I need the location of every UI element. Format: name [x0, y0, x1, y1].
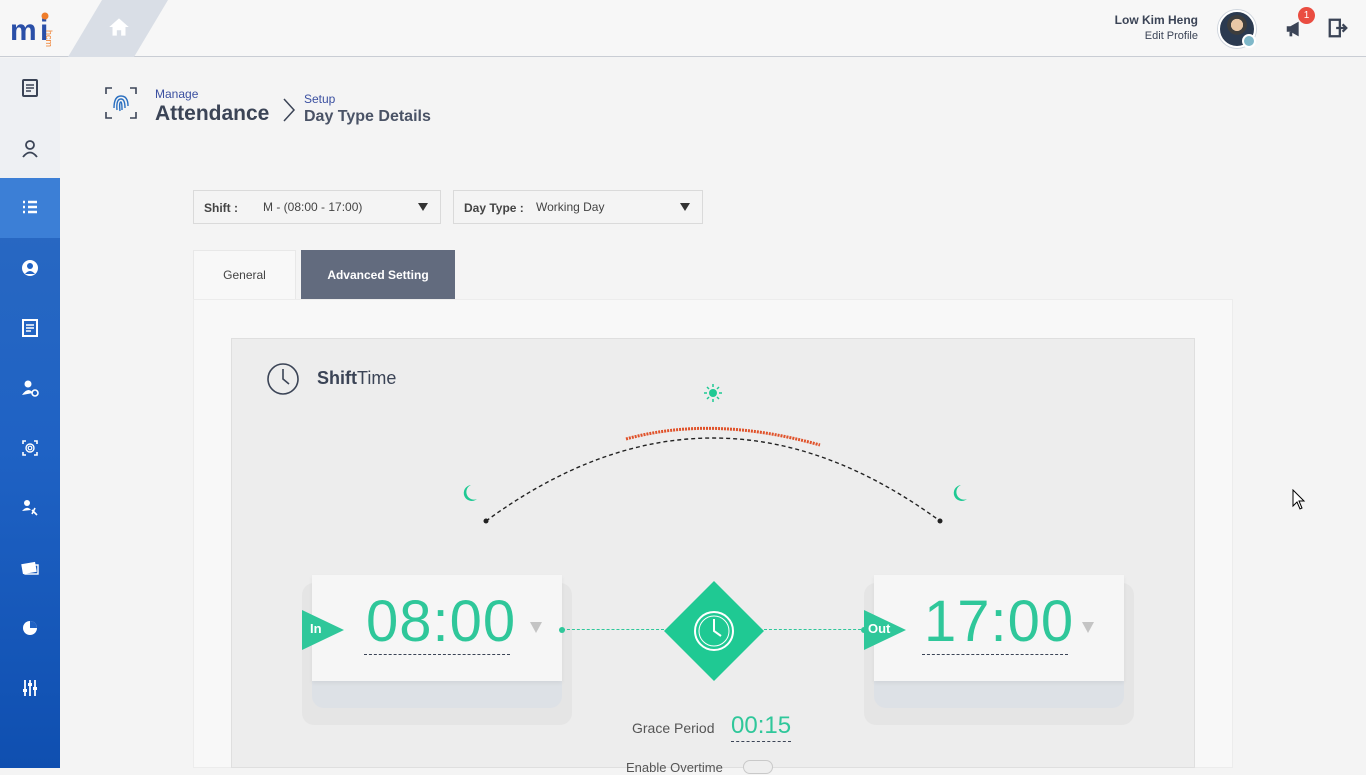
grace-period-value[interactable]: 00:15: [731, 712, 792, 742]
sidebar-item-user-settings[interactable]: [0, 358, 60, 418]
svg-text:m: m: [10, 14, 37, 47]
logout-icon[interactable]: [1327, 17, 1349, 39]
list-icon: [23, 200, 37, 214]
sidebar-item-attendance[interactable]: [0, 418, 60, 478]
top-bar: m i hcm Low Kim Heng Edit Profile 1: [0, 0, 1366, 57]
shift-value: M - (08:00 - 17:00): [263, 200, 363, 214]
breadcrumb-module[interactable]: Attendance: [155, 102, 269, 126]
sidebar-item-notes[interactable]: [0, 58, 60, 118]
user-assign-icon: [22, 500, 38, 516]
sliders-icon: [23, 680, 37, 696]
day-arc: [463, 384, 967, 524]
avatar-settings-icon[interactable]: [1242, 34, 1256, 48]
tab-advanced-setting[interactable]: Advanced Setting: [301, 250, 455, 299]
sidebar-item-profile[interactable]: [0, 238, 60, 298]
payroll-icon: [21, 561, 39, 575]
home-icon[interactable]: [106, 14, 132, 40]
day-type-value: Working Day: [536, 200, 605, 214]
out-time-underline: [922, 654, 1068, 655]
grace-period-label: Grace Period: [632, 720, 715, 736]
edit-document-icon: [22, 319, 38, 337]
shift-select[interactable]: Shift : M - (08:00 - 17:00): [193, 190, 441, 224]
dropdown-arrow-icon: [418, 203, 428, 211]
shift-label: Shift :: [204, 201, 238, 215]
shift-title-rest: Time: [357, 368, 397, 388]
day-type-select[interactable]: Day Type : Working Day: [453, 190, 703, 224]
moon-left-icon: [463, 485, 477, 501]
sidebar-item-settings[interactable]: [0, 658, 60, 718]
profile-icon: [22, 260, 38, 276]
notes-icon: [22, 79, 38, 97]
shift-title-bold: Shift: [317, 368, 357, 388]
breadcrumb-subsection[interactable]: Setup: [304, 92, 335, 106]
clock-icon: [267, 363, 299, 395]
svg-text:hcm: hcm: [44, 30, 54, 47]
sidebar-item-agent[interactable]: [0, 118, 60, 178]
mi-hcm-logo[interactable]: m i hcm: [10, 10, 64, 48]
fingerprint-icon: [105, 87, 137, 119]
clock-icon: [694, 611, 734, 651]
moon-right-icon: [953, 485, 967, 501]
sidebar-item-payroll[interactable]: [0, 538, 60, 598]
mouse-cursor-icon: [1292, 489, 1306, 510]
in-label: In: [310, 621, 322, 636]
in-connector: [562, 629, 664, 631]
edit-profile-link[interactable]: Edit Profile: [1145, 30, 1198, 42]
tab-general[interactable]: General: [193, 250, 296, 299]
sidebar-item-list[interactable]: [0, 178, 60, 238]
breadcrumb-section[interactable]: Manage: [155, 87, 198, 101]
enable-overtime-toggle[interactable]: [743, 760, 773, 774]
user-agent-icon: [22, 140, 38, 158]
in-time-value[interactable]: 08:00: [366, 588, 516, 655]
out-label: Out: [868, 621, 891, 636]
out-time-dropdown-icon[interactable]: [1082, 622, 1094, 633]
out-connector: [764, 629, 866, 631]
sidebar-item-reports[interactable]: [0, 598, 60, 658]
page-title: Day Type Details: [304, 108, 431, 125]
sidebar-item-user-assign[interactable]: [0, 478, 60, 538]
in-time-underline: [364, 654, 510, 655]
out-time-value[interactable]: 17:00: [924, 588, 1074, 655]
notification-badge[interactable]: 1: [1298, 7, 1315, 24]
out-time-base: [874, 680, 1124, 708]
in-time-dropdown-icon[interactable]: [530, 622, 542, 633]
connector-dot: [559, 627, 565, 633]
pie-chart-icon: [23, 621, 37, 635]
sidebar-item-edit-document[interactable]: [0, 298, 60, 358]
in-time-base: [312, 680, 562, 708]
dropdown-arrow-icon: [680, 203, 690, 211]
fingerprint-icon: [22, 440, 38, 456]
user-name: Low Kim Heng: [1114, 13, 1198, 27]
shift-time-title: ShiftTime: [317, 368, 396, 389]
sidebar: [0, 58, 60, 768]
chevron-right-icon: [283, 98, 296, 122]
sun-icon: [704, 384, 722, 402]
user-settings-icon: [22, 380, 39, 397]
day-type-label: Day Type :: [464, 201, 524, 215]
